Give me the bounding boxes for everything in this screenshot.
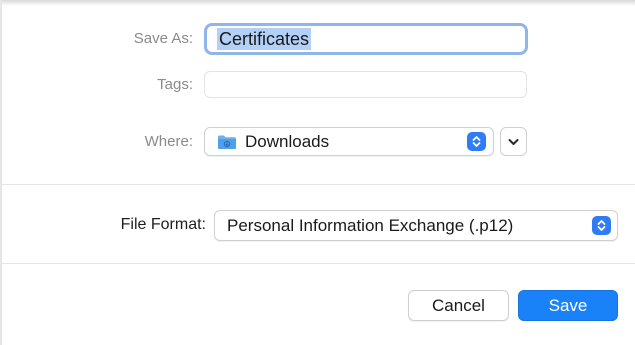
save-as-value: Certificates (217, 28, 312, 50)
cancel-button[interactable]: Cancel (408, 290, 509, 321)
expand-browser-button[interactable] (500, 127, 527, 156)
tags-label: Tags: (157, 76, 193, 93)
save-dialog: Save As: Certificates Tags: Where: Downl… (0, 0, 635, 345)
divider-top (0, 184, 635, 185)
where-popup[interactable]: Downloads (204, 127, 494, 156)
save-button[interactable]: Save (518, 290, 618, 321)
up-down-chevron-icon (592, 216, 611, 235)
file-format-popup[interactable]: Personal Information Exchange (.p12) (214, 210, 618, 241)
where-selected: Downloads (245, 131, 330, 151)
save-as-input[interactable]: Certificates (204, 23, 528, 55)
chevron-down-icon (508, 133, 519, 151)
where-label: Where: (144, 133, 193, 150)
file-format-selected: Personal Information Exchange (.p12) (227, 215, 514, 235)
window-top-edge (0, 0, 635, 6)
window-left-edge (0, 0, 2, 345)
save-as-label: Save As: (133, 30, 193, 47)
divider-bottom (0, 263, 635, 264)
up-down-chevron-icon (467, 132, 486, 151)
folder-icon (217, 134, 237, 150)
tags-input[interactable] (204, 71, 527, 98)
file-format-label: File Format: (120, 216, 206, 233)
